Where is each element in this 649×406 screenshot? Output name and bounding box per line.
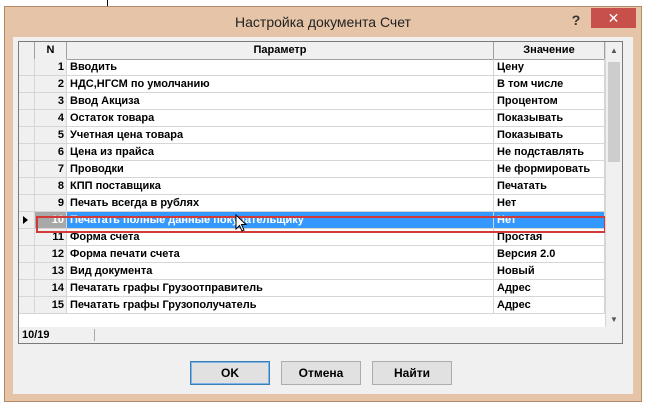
row-indicator[interactable] (19, 229, 35, 245)
find-button[interactable]: Найти (372, 361, 452, 385)
parameter-cell[interactable]: Печатать графы Грузоотправитель (67, 280, 494, 296)
table-row[interactable]: 7 Проводки Не формировать (19, 161, 605, 178)
parameter-cell[interactable]: НДС,НГСМ по умолчанию (67, 76, 494, 92)
table-row[interactable]: 11 Форма счета Простая (19, 229, 605, 246)
table-row[interactable]: 4 Остаток товара Показывать (19, 110, 605, 127)
row-number-cell[interactable]: 4 (35, 110, 67, 126)
parameter-cell[interactable]: Учетная цена товара (67, 127, 494, 143)
row-number-cell[interactable]: 6 (35, 144, 67, 160)
value-cell[interactable]: Показывать (494, 110, 605, 126)
value-cell[interactable]: Показывать (494, 127, 605, 143)
column-header-value[interactable]: Значение (494, 42, 605, 59)
indicator-header (19, 42, 35, 59)
column-header-param[interactable]: Параметр (67, 42, 494, 59)
row-indicator[interactable] (19, 178, 35, 194)
row-number-cell[interactable]: 13 (35, 263, 67, 279)
dialog-body: N Параметр Значение 1 Вводить Цену 2 НДС,НГС… (13, 37, 633, 394)
parameter-cell[interactable]: Вид документа (67, 263, 494, 279)
parameter-cell[interactable]: КПП поставщика (67, 178, 494, 194)
table-row[interactable]: 13 Вид документа Новый (19, 263, 605, 280)
parameter-cell[interactable]: Вводить (67, 59, 494, 75)
value-cell[interactable]: Не формировать (494, 161, 605, 177)
parameter-cell[interactable]: Цена из прайса (67, 144, 494, 160)
value-cell[interactable]: Печатать (494, 178, 605, 194)
table-row[interactable]: 15 Печатать графы Грузополучатель Адрес (19, 297, 605, 314)
dialog-title: Настройка документа Счет (235, 14, 411, 30)
row-indicator[interactable] (19, 280, 35, 296)
table-row[interactable]: 5 Учетная цена товара Показывать (19, 127, 605, 144)
row-indicator[interactable] (19, 263, 35, 279)
row-number-cell[interactable]: 9 (35, 195, 67, 211)
row-indicator[interactable] (19, 110, 35, 126)
parameter-cell[interactable]: Остаток товара (67, 110, 494, 126)
row-number-cell[interactable]: 3 (35, 93, 67, 109)
row-number-cell[interactable]: 12 (35, 246, 67, 262)
row-number-cell[interactable]: 8 (35, 178, 67, 194)
value-cell[interactable]: Не подставлять (494, 144, 605, 160)
table-row[interactable]: 12 Форма печати счета Версия 2.0 (19, 246, 605, 263)
mouse-cursor-icon (235, 214, 248, 232)
parameter-cell[interactable]: Форма счета (67, 229, 494, 245)
value-cell[interactable]: Новый (494, 263, 605, 279)
row-indicator[interactable] (19, 161, 35, 177)
close-button[interactable]: ✕ (591, 8, 636, 28)
row-number-cell[interactable]: 11 (35, 229, 67, 245)
help-button[interactable]: ? (567, 11, 585, 29)
status-divider (94, 329, 95, 341)
value-cell[interactable]: Цену (494, 59, 605, 75)
row-number-cell[interactable]: 14 (35, 280, 67, 296)
table-row[interactable]: 6 Цена из прайса Не подставлять (19, 144, 605, 161)
table-row[interactable]: 10 Печатать полные данные покупательщику Н… (19, 212, 605, 229)
scroll-thumb[interactable] (608, 62, 620, 162)
row-indicator[interactable] (19, 127, 35, 143)
row-indicator[interactable] (19, 93, 35, 109)
title-bar: Настройка документа Счет ? ✕ (5, 7, 641, 37)
row-number-cell[interactable]: 7 (35, 161, 67, 177)
value-cell[interactable]: Процентом (494, 93, 605, 109)
parameter-cell[interactable]: Ввод Акциза (67, 93, 494, 109)
table-row[interactable]: 3 Ввод Акциза Процентом (19, 93, 605, 110)
value-cell[interactable]: Нет (494, 195, 605, 211)
row-indicator[interactable] (19, 144, 35, 160)
parameter-cell[interactable]: Печать всегда в рублях (67, 195, 494, 211)
ok-button[interactable]: OK (190, 361, 270, 385)
row-indicator[interactable] (19, 246, 35, 262)
vertical-scrollbar[interactable]: ▲ ▼ (605, 42, 622, 328)
row-indicator[interactable] (19, 195, 35, 211)
row-indicator[interactable] (19, 297, 35, 313)
row-indicator[interactable] (19, 76, 35, 92)
table-row[interactable]: 1 Вводить Цену (19, 59, 605, 76)
column-header-n[interactable]: N (35, 42, 67, 59)
row-number-cell[interactable]: 2 (35, 76, 67, 92)
value-cell[interactable]: Нет (494, 212, 605, 228)
table-row[interactable]: 2 НДС,НГСМ по умолчанию В том числе (19, 76, 605, 93)
current-row-arrow-icon (23, 216, 28, 224)
table-row[interactable]: 8 КПП поставщика Печатать (19, 178, 605, 195)
parameter-cell[interactable]: Форма печати счета (67, 246, 494, 262)
value-cell[interactable]: Адрес (494, 280, 605, 296)
row-number-cell[interactable]: 1 (35, 59, 67, 75)
table-row[interactable]: 9 Печать всегда в рублях Нет (19, 195, 605, 212)
parameter-cell[interactable]: Печатать полные данные покупательщику (67, 212, 494, 228)
row-number-cell[interactable]: 5 (35, 127, 67, 143)
parameter-cell[interactable]: Проводки (67, 161, 494, 177)
table-row[interactable]: 14 Печатать графы Грузоотправитель Адрес (19, 280, 605, 297)
record-position: 10/19 (22, 329, 50, 341)
settings-dialog: Настройка документа Счет ? ✕ N Параметр … (4, 6, 642, 402)
row-indicator[interactable] (19, 212, 35, 228)
row-number-cell[interactable]: 15 (35, 297, 67, 313)
value-cell[interactable]: Версия 2.0 (494, 246, 605, 262)
row-number-cell[interactable]: 10 (35, 212, 67, 228)
scroll-down-icon[interactable]: ▼ (606, 311, 622, 328)
value-cell[interactable]: Адрес (494, 297, 605, 313)
settings-grid[interactable]: N Параметр Значение 1 Вводить Цену 2 НДС,НГС… (18, 41, 623, 329)
scroll-up-icon[interactable]: ▲ (606, 42, 622, 59)
row-indicator[interactable] (19, 59, 35, 75)
status-bar: 10/19 (18, 327, 623, 344)
cancel-button[interactable]: Отмена (281, 361, 361, 385)
grid-header: N Параметр Значение (19, 42, 605, 60)
value-cell[interactable]: Простая (494, 229, 605, 245)
parameter-cell[interactable]: Печатать графы Грузополучатель (67, 297, 494, 313)
value-cell[interactable]: В том числе (494, 76, 605, 92)
